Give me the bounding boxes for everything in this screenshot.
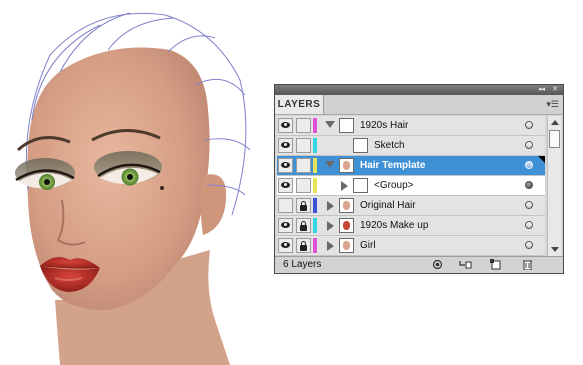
layer-row[interactable]: Hair Template bbox=[277, 156, 545, 176]
lock-toggle[interactable] bbox=[296, 238, 311, 253]
layer-thumbnail bbox=[339, 238, 354, 253]
lock-toggle[interactable] bbox=[296, 118, 311, 133]
target-indicator-icon[interactable] bbox=[525, 141, 533, 149]
scroll-down-icon[interactable] bbox=[551, 247, 559, 252]
lock-toggle[interactable] bbox=[296, 218, 311, 233]
layers-panel: ◂◂ ✕ LAYERS ▾☰ 1920s Hair Sketch Hair Temp… bbox=[274, 84, 564, 274]
make-clipping-mask-icon[interactable] bbox=[431, 259, 444, 270]
layer-name[interactable]: Original Hair bbox=[360, 196, 416, 215]
layer-thumbnail bbox=[339, 158, 354, 173]
layer-name[interactable]: Sketch bbox=[374, 136, 405, 155]
layer-thumbnail bbox=[339, 218, 354, 233]
lock-icon bbox=[300, 201, 307, 211]
eye-icon bbox=[281, 142, 290, 148]
layer-color-swatch bbox=[313, 138, 317, 153]
panel-footer: 6 Layers bbox=[275, 256, 563, 273]
visibility-toggle[interactable] bbox=[278, 198, 293, 213]
eye-icon bbox=[281, 222, 290, 228]
layers-scrollbar[interactable] bbox=[547, 116, 561, 256]
target-indicator-icon[interactable] bbox=[525, 121, 533, 129]
layer-row[interactable]: <Group> bbox=[277, 176, 545, 196]
layer-name[interactable]: 1920s Make up bbox=[360, 216, 428, 235]
layer-color-swatch bbox=[313, 118, 317, 133]
layer-row[interactable]: Sketch bbox=[277, 136, 545, 156]
layer-name[interactable]: <Group> bbox=[374, 176, 413, 195]
lock-toggle[interactable] bbox=[296, 178, 311, 193]
layer-row[interactable]: Original Hair bbox=[277, 196, 545, 216]
panel-title-bar[interactable]: ◂◂ ✕ bbox=[275, 85, 563, 95]
create-new-layer-icon[interactable] bbox=[489, 259, 502, 270]
layer-row[interactable]: 1920s Make up bbox=[277, 216, 545, 236]
visibility-toggle[interactable] bbox=[278, 138, 293, 153]
eye-icon bbox=[281, 242, 290, 248]
beauty-mark bbox=[160, 186, 164, 190]
lock-toggle[interactable] bbox=[296, 198, 311, 213]
selection-indicator-icon bbox=[538, 156, 545, 163]
close-icon[interactable]: ✕ bbox=[552, 85, 558, 95]
visibility-toggle[interactable] bbox=[278, 178, 293, 193]
layer-thumbnail bbox=[339, 198, 354, 213]
lock-toggle[interactable] bbox=[296, 158, 311, 173]
expand-triangle-closed-icon[interactable] bbox=[327, 201, 334, 211]
layers-list: 1920s Hair Sketch Hair Template <Group> Orig… bbox=[277, 116, 545, 256]
layer-color-swatch bbox=[313, 198, 317, 213]
delete-layer-icon[interactable] bbox=[521, 259, 534, 270]
layer-color-swatch bbox=[313, 238, 317, 253]
eye-icon bbox=[281, 162, 290, 168]
scroll-up-icon[interactable] bbox=[551, 120, 559, 125]
lock-toggle[interactable] bbox=[296, 138, 311, 153]
layer-count: 6 Layers bbox=[283, 259, 322, 270]
visibility-toggle[interactable] bbox=[278, 118, 293, 133]
target-indicator-icon[interactable] bbox=[525, 201, 533, 209]
ear bbox=[200, 174, 227, 235]
layer-thumbnail bbox=[339, 118, 354, 133]
right-pupil bbox=[127, 174, 133, 180]
target-indicator-icon[interactable] bbox=[525, 161, 533, 169]
create-new-sublayer-icon[interactable] bbox=[459, 259, 472, 270]
visibility-toggle[interactable] bbox=[278, 158, 293, 173]
visibility-toggle[interactable] bbox=[278, 218, 293, 233]
expand-triangle-closed-icon[interactable] bbox=[341, 181, 348, 191]
layer-color-swatch bbox=[313, 218, 317, 233]
eye-icon bbox=[281, 182, 290, 188]
lock-icon bbox=[300, 221, 307, 231]
visibility-toggle[interactable] bbox=[278, 238, 293, 253]
left-pupil bbox=[44, 179, 50, 185]
layer-row[interactable]: 1920s Hair bbox=[277, 116, 545, 136]
layer-row[interactable]: Girl bbox=[277, 236, 545, 256]
layer-name[interactable]: Girl bbox=[360, 236, 376, 255]
target-indicator-icon[interactable] bbox=[525, 181, 533, 189]
layer-thumbnail bbox=[353, 178, 368, 193]
scroll-thumb[interactable] bbox=[549, 130, 560, 148]
layer-color-swatch bbox=[313, 158, 317, 173]
eye-icon bbox=[281, 122, 290, 128]
expand-triangle-closed-icon[interactable] bbox=[327, 221, 334, 231]
layer-color-swatch bbox=[313, 178, 317, 193]
layer-thumbnail bbox=[353, 138, 368, 153]
tab-layers[interactable]: LAYERS bbox=[275, 95, 324, 114]
artwork-canvas bbox=[15, 12, 251, 365]
expand-triangle-open-icon[interactable] bbox=[325, 161, 335, 168]
target-indicator-icon[interactable] bbox=[525, 241, 533, 249]
double-chevron-left-icon[interactable]: ◂◂ bbox=[538, 85, 545, 95]
lock-icon bbox=[300, 241, 307, 251]
expand-triangle-closed-icon[interactable] bbox=[327, 241, 334, 251]
panel-tab-row: LAYERS ▾☰ bbox=[275, 95, 563, 115]
layer-name[interactable]: Hair Template bbox=[360, 156, 425, 175]
expand-triangle-open-icon[interactable] bbox=[325, 121, 335, 128]
target-indicator-icon[interactable] bbox=[525, 221, 533, 229]
layer-name[interactable]: 1920s Hair bbox=[360, 116, 408, 135]
panel-menu-icon[interactable]: ▾☰ bbox=[546, 99, 559, 109]
